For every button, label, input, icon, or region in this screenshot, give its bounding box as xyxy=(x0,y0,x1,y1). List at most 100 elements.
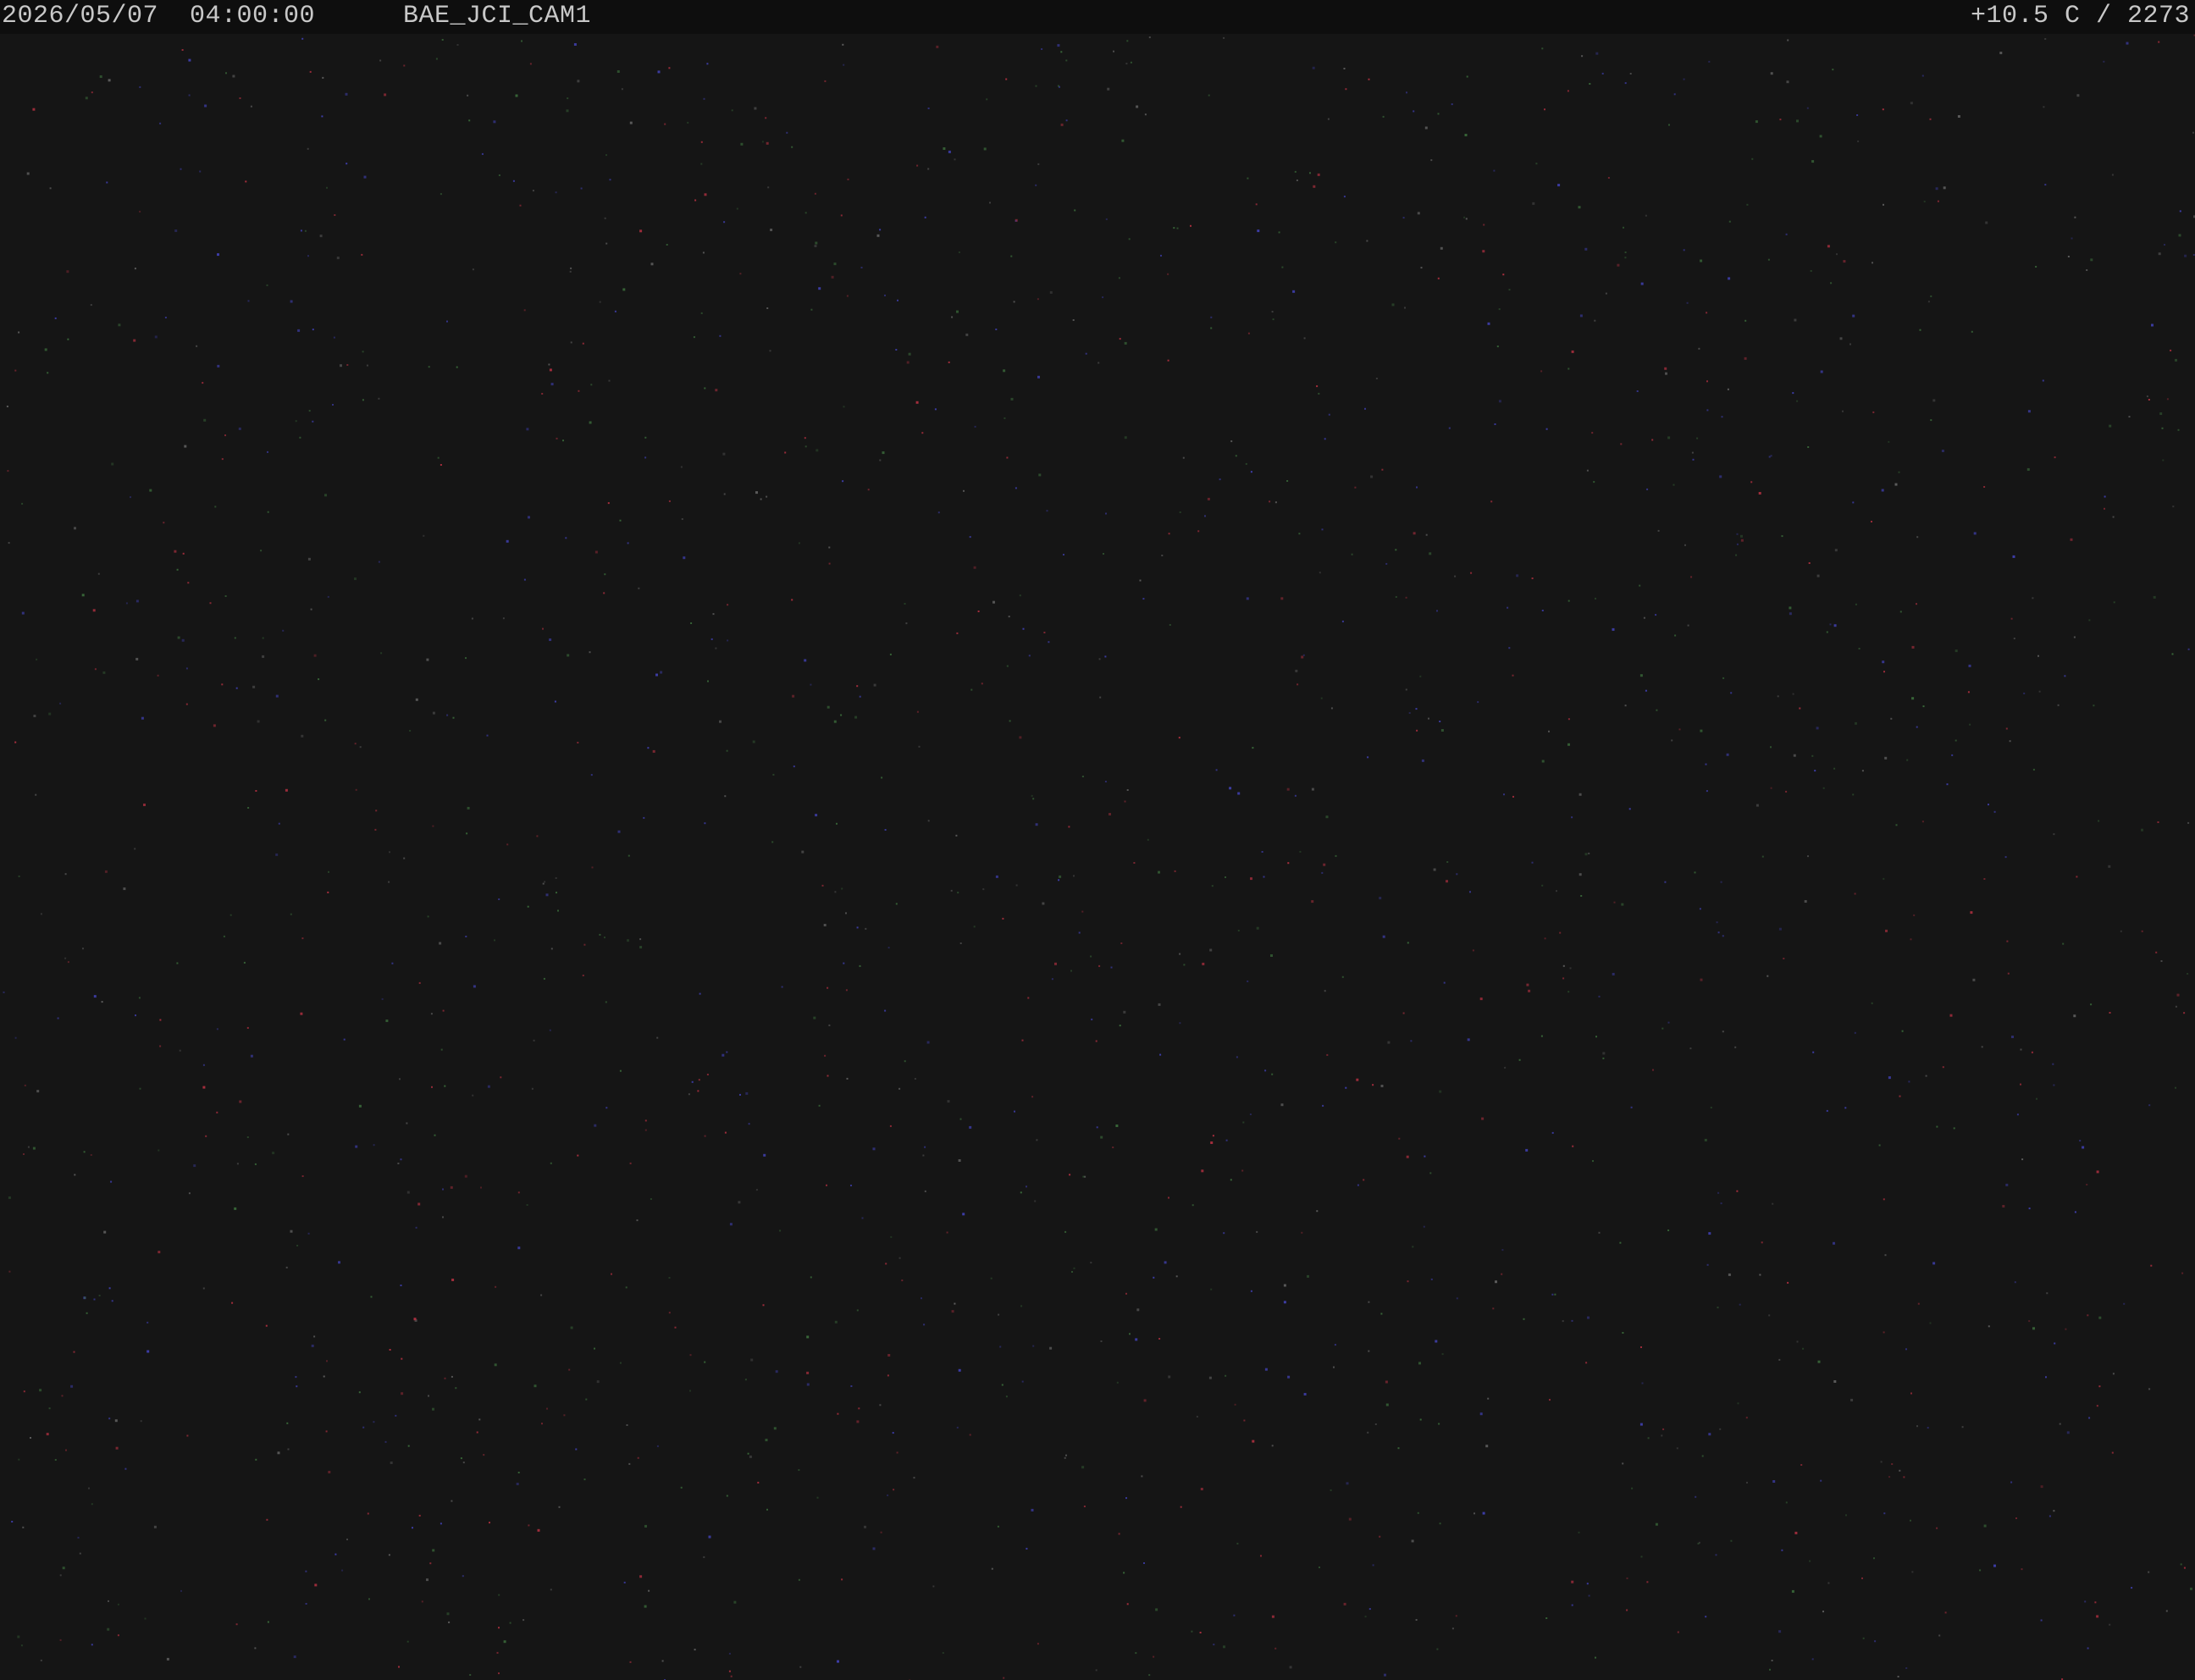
noise-speck xyxy=(2148,1571,2150,1573)
noise-speck xyxy=(700,312,703,314)
noise-speck xyxy=(801,850,804,854)
noise-speck xyxy=(1485,1445,1489,1448)
noise-speck xyxy=(1708,1232,1711,1235)
noise-speck xyxy=(1001,1384,1004,1386)
noise-speck xyxy=(84,1296,86,1299)
noise-speck xyxy=(726,749,728,752)
noise-speck xyxy=(49,187,52,190)
noise-speck xyxy=(1751,158,1754,160)
noise-speck xyxy=(483,1454,485,1456)
noise-speck xyxy=(2002,1205,2005,1208)
noise-speck xyxy=(2048,1515,2051,1517)
noise-speck xyxy=(1640,282,1644,285)
noise-speck xyxy=(1943,186,1946,190)
noise-speck xyxy=(184,445,187,448)
noise-speck xyxy=(846,295,849,297)
noise-speck xyxy=(1861,770,1864,772)
noise-speck xyxy=(181,49,184,51)
noise-speck xyxy=(1059,875,1062,878)
noise-speck xyxy=(1466,75,1468,78)
noise-speck xyxy=(1746,203,1749,206)
noise-speck xyxy=(354,743,357,745)
noise-speck xyxy=(216,1028,218,1031)
noise-speck xyxy=(118,323,121,327)
noise-speck xyxy=(91,1503,93,1506)
noise-speck xyxy=(727,604,729,606)
noise-speck xyxy=(1470,572,1473,574)
noise-speck xyxy=(1785,790,1788,793)
noise-speck xyxy=(1312,66,1315,69)
noise-speck xyxy=(792,694,795,698)
noise-speck xyxy=(106,181,108,184)
noise-speck xyxy=(1112,1147,1114,1148)
noise-speck xyxy=(647,747,650,749)
noise-speck xyxy=(265,1324,268,1327)
noise-speck xyxy=(1190,224,1191,227)
noise-speck xyxy=(1204,515,1206,517)
noise-speck xyxy=(1571,1580,1574,1583)
noise-speck xyxy=(904,1060,906,1063)
noise-speck xyxy=(643,816,645,819)
noise-speck xyxy=(466,832,468,835)
noise-speck xyxy=(1179,511,1181,513)
noise-speck xyxy=(1323,863,1326,866)
noise-speck xyxy=(1004,417,1006,419)
noise-speck xyxy=(895,903,898,905)
noise-speck xyxy=(144,1617,147,1620)
noise-speck xyxy=(1176,227,1179,229)
noise-speck xyxy=(1294,794,1297,797)
noise-speck xyxy=(771,841,774,843)
noise-speck xyxy=(388,1554,390,1556)
noise-speck xyxy=(489,1522,490,1524)
noise-speck xyxy=(363,175,367,179)
noise-speck xyxy=(2178,234,2181,237)
noise-speck xyxy=(159,122,162,124)
noise-speck xyxy=(1382,115,1385,118)
noise-speck xyxy=(666,244,668,246)
noise-speck xyxy=(343,1038,346,1041)
noise-speck xyxy=(1440,246,1443,250)
noise-speck xyxy=(2111,174,2114,176)
noise-speck xyxy=(1836,253,1838,256)
noise-speck xyxy=(578,390,580,392)
noise-speck xyxy=(296,1245,299,1246)
noise-speck xyxy=(1704,1138,1707,1141)
noise-speck xyxy=(1624,257,1627,259)
noise-speck xyxy=(24,1084,26,1086)
noise-speck xyxy=(7,470,9,472)
noise-speck xyxy=(1070,970,1072,972)
noise-speck xyxy=(1437,113,1440,115)
noise-speck xyxy=(1921,75,1924,77)
noise-speck xyxy=(503,1640,506,1644)
noise-speck xyxy=(399,1078,401,1080)
noise-speck xyxy=(845,989,848,992)
noise-speck xyxy=(557,909,559,912)
noise-speck xyxy=(326,1360,328,1362)
noise-speck xyxy=(2010,617,2013,620)
noise-speck xyxy=(2073,636,2076,638)
noise-speck xyxy=(1263,876,1265,878)
noise-speck xyxy=(2164,244,2165,246)
noise-speck xyxy=(798,1578,800,1581)
noise-speck xyxy=(818,1104,821,1107)
noise-speck xyxy=(905,622,908,625)
noise-speck xyxy=(1439,1522,1441,1525)
noise-speck xyxy=(389,1349,391,1351)
noise-speck xyxy=(2071,237,2073,240)
noise-speck xyxy=(1498,308,1501,311)
noise-speck xyxy=(266,1518,268,1521)
noise-speck xyxy=(1785,1501,1788,1504)
noise-speck xyxy=(1037,1643,1039,1645)
noise-speck xyxy=(1622,1332,1624,1334)
noise-speck xyxy=(362,351,364,353)
noise-speck xyxy=(1270,954,1273,957)
noise-speck xyxy=(480,1186,482,1189)
noise-speck xyxy=(1884,756,1888,760)
noise-speck xyxy=(97,572,100,575)
noise-speck xyxy=(1038,473,1042,477)
noise-speck xyxy=(1872,262,1873,264)
noise-speck xyxy=(893,1489,895,1491)
noise-speck xyxy=(1472,949,1474,952)
noise-speck xyxy=(1535,163,1538,165)
noise-speck xyxy=(181,638,185,642)
